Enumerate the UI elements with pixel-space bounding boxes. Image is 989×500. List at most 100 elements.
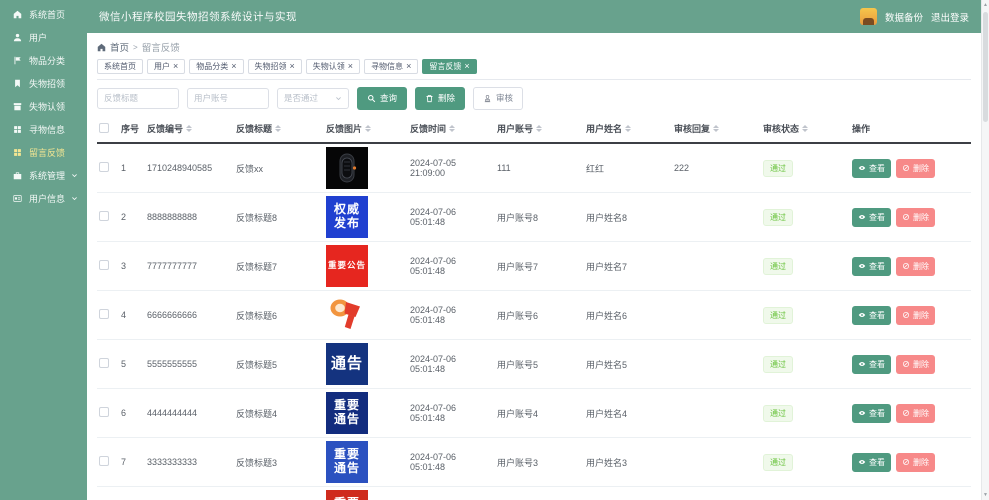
tab-失物招领[interactable]: 失物招领×: [248, 59, 302, 74]
row-no: 7: [119, 438, 145, 487]
sort-icon[interactable]: [449, 125, 455, 132]
tab-失物认领[interactable]: 失物认领×: [306, 59, 360, 74]
row-delete-button[interactable]: 删除: [896, 159, 935, 178]
close-icon[interactable]: ×: [464, 62, 469, 71]
tab-系统首页[interactable]: 系统首页: [97, 59, 143, 74]
view-button[interactable]: 查看: [852, 306, 891, 325]
sidebar-menu: 系统首页用户物品分类失物招领失物认领寻物信息留言反馈系统管理用户信息: [0, 0, 87, 210]
sidebar-item-seek-info[interactable]: 寻物信息: [0, 118, 87, 141]
sidebar-item-label: 系统首页: [29, 8, 65, 21]
status-badge: 通过: [763, 405, 793, 422]
row-checkbox[interactable]: [99, 260, 109, 270]
row-no: 4: [119, 291, 145, 340]
search-button[interactable]: 查询: [357, 87, 407, 110]
feedback-image[interactable]: 权威发布: [326, 196, 368, 238]
row-checkbox[interactable]: [99, 456, 109, 466]
sort-icon[interactable]: [365, 125, 371, 132]
feedback-title-input[interactable]: [97, 88, 179, 109]
sidebar-item-user[interactable]: 用户: [0, 26, 87, 49]
column-header: 操作: [852, 122, 969, 135]
view-button[interactable]: 查看: [852, 159, 891, 178]
scroll-down-arrow[interactable]: ▼: [982, 490, 989, 500]
status-badge: 通过: [763, 209, 793, 226]
column-header-label: 用户姓名: [586, 122, 622, 135]
sort-icon[interactable]: [536, 125, 542, 132]
sidebar-item-lost-found[interactable]: 失物招领: [0, 72, 87, 95]
close-icon[interactable]: ×: [173, 62, 178, 71]
backup-link[interactable]: 数据备份: [885, 10, 923, 24]
sort-icon[interactable]: [275, 125, 281, 132]
sidebar-item-feedback[interactable]: 留言反馈: [0, 141, 87, 164]
close-icon[interactable]: ×: [348, 62, 353, 71]
sidebar-item-user-info[interactable]: 用户信息: [0, 187, 87, 210]
tab-label: 系统首页: [104, 61, 136, 72]
delete-button[interactable]: 删除: [415, 87, 465, 110]
tab-用户[interactable]: 用户×: [147, 59, 185, 74]
ban-icon: [902, 458, 910, 466]
user-account: 用户账号5: [495, 340, 584, 389]
sidebar-item-label: 用户信息: [29, 192, 65, 205]
sort-icon[interactable]: [186, 125, 192, 132]
sort-icon[interactable]: [802, 125, 808, 132]
close-icon[interactable]: ×: [231, 62, 236, 71]
pass-status-select[interactable]: 是否通过: [277, 88, 349, 109]
view-button[interactable]: 查看: [852, 404, 891, 423]
close-icon[interactable]: ×: [406, 62, 411, 71]
select-all-checkbox[interactable]: [99, 123, 109, 133]
review-reply: [672, 242, 761, 291]
tab-label: 用户: [154, 61, 170, 72]
sidebar-item-lost-claim[interactable]: 失物认领: [0, 95, 87, 118]
view-button[interactable]: 查看: [852, 355, 891, 374]
chevron-down-icon: [71, 172, 78, 179]
row-delete-button[interactable]: 删除: [896, 208, 935, 227]
review-button[interactable]: 审核: [473, 87, 523, 110]
tab-物品分类[interactable]: 物品分类×: [189, 59, 243, 74]
vertical-scrollbar[interactable]: ▲ ▼: [981, 0, 989, 500]
view-button[interactable]: 查看: [852, 257, 891, 276]
row-checkbox[interactable]: [99, 358, 109, 368]
breadcrumb-current: 留言反馈: [142, 40, 180, 54]
box-icon: [13, 102, 22, 111]
row-no: 5: [119, 340, 145, 389]
row-delete-button[interactable]: 删除: [896, 404, 935, 423]
row-delete-button[interactable]: 删除: [896, 453, 935, 472]
feedback-image[interactable]: 重要公告: [326, 245, 368, 287]
home-icon: [13, 10, 22, 19]
row-checkbox[interactable]: [99, 309, 109, 319]
avatar[interactable]: [860, 8, 877, 25]
sort-icon[interactable]: [713, 125, 719, 132]
row-delete-button[interactable]: 删除: [896, 306, 935, 325]
user-name: 用户姓名3: [584, 438, 672, 487]
sort-icon[interactable]: [625, 125, 631, 132]
tab-留言反馈[interactable]: 留言反馈×: [422, 59, 476, 74]
feedback-no: 7777777777: [145, 242, 234, 291]
scroll-thumb[interactable]: [983, 12, 988, 122]
feedback-image[interactable]: 重要通知: [326, 490, 368, 500]
column-header: 反馈图片: [326, 122, 406, 135]
scroll-up-arrow[interactable]: ▲: [982, 0, 989, 10]
tab-寻物信息[interactable]: 寻物信息×: [364, 59, 418, 74]
feedback-image[interactable]: [326, 147, 368, 189]
row-checkbox[interactable]: [99, 407, 109, 417]
feedback-image[interactable]: 重要通告: [326, 441, 368, 483]
feedback-time: 2024-07-06 05:01:48: [408, 389, 495, 438]
logout-link[interactable]: 退出登录: [931, 10, 969, 24]
row-checkbox[interactable]: [99, 211, 109, 221]
row-delete-button[interactable]: 删除: [896, 355, 935, 374]
review-button-label: 审核: [496, 92, 513, 104]
feedback-image[interactable]: 重要通告: [326, 392, 368, 434]
sidebar-item-label: 系统管理: [29, 169, 65, 182]
view-button[interactable]: 查看: [852, 453, 891, 472]
sidebar-item-system-manage[interactable]: 系统管理: [0, 164, 87, 187]
close-icon[interactable]: ×: [290, 62, 295, 71]
user-account-input[interactable]: [187, 88, 269, 109]
breadcrumb-home[interactable]: 首页: [110, 40, 129, 54]
row-delete-button[interactable]: 删除: [896, 257, 935, 276]
view-button[interactable]: 查看: [852, 208, 891, 227]
sidebar-item-home[interactable]: 系统首页: [0, 3, 87, 26]
feedback-image[interactable]: [326, 294, 368, 336]
feedback-image[interactable]: 通告: [326, 343, 368, 385]
sidebar-item-item-category[interactable]: 物品分类: [0, 49, 87, 72]
eye-icon: [858, 409, 866, 417]
row-checkbox[interactable]: [99, 162, 109, 172]
